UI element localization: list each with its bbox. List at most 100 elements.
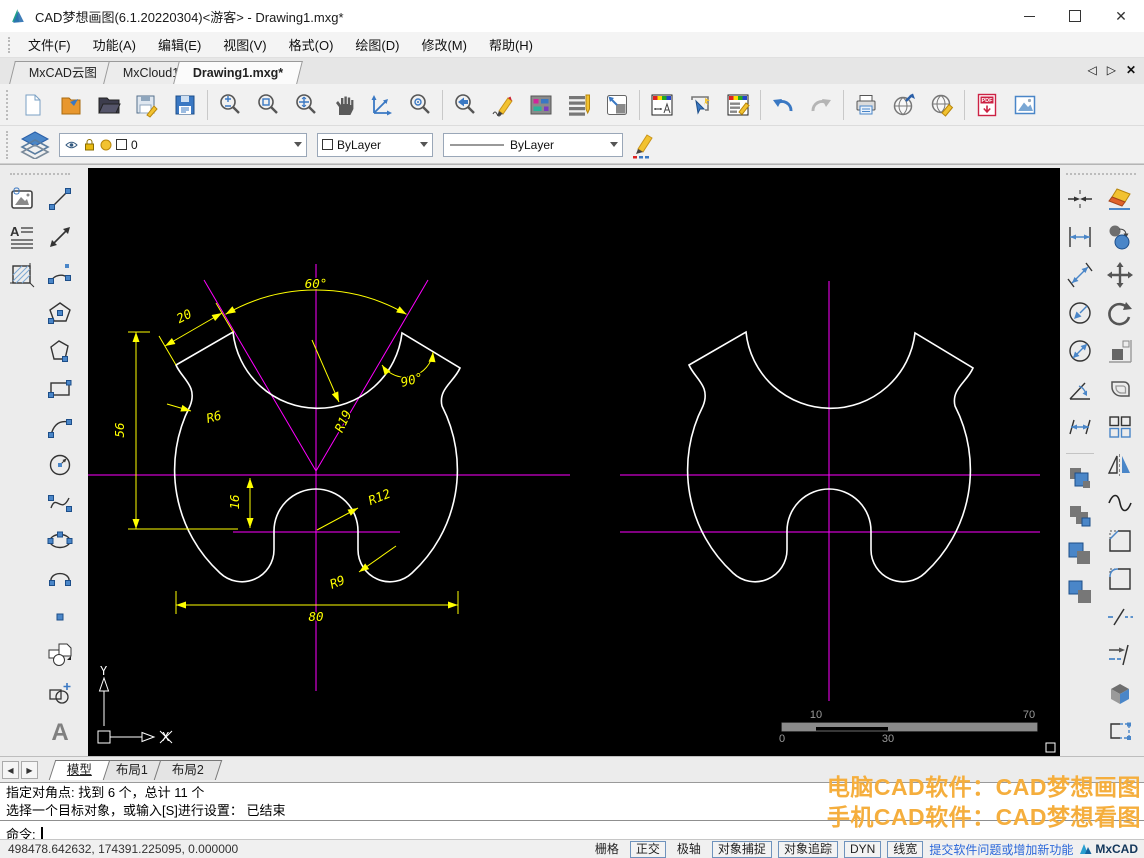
close-button[interactable]: ✕ xyxy=(1098,0,1144,32)
linetype-manager-button[interactable] xyxy=(560,87,598,123)
polyline-button[interactable] xyxy=(42,334,78,368)
menu-format[interactable]: 格式(O) xyxy=(278,32,345,57)
insert-image-button[interactable] xyxy=(4,182,40,216)
draw-color-button[interactable] xyxy=(623,127,663,163)
tab-mxcad-cloud[interactable]: MxCAD云图 xyxy=(9,61,117,84)
export-image-button[interactable] xyxy=(1006,87,1044,123)
open-file-button[interactable] xyxy=(90,87,128,123)
edit-polyline-button[interactable] xyxy=(1102,486,1138,520)
toggle-otrack[interactable]: 对象追踪 xyxy=(778,841,838,858)
sheet-tab-layout2[interactable]: 布局2 xyxy=(154,760,222,780)
save-as-button[interactable] xyxy=(166,87,204,123)
zoom-center-button[interactable] xyxy=(401,87,439,123)
sheet-tab-model[interactable]: 模型 xyxy=(49,760,111,780)
open-cloud-button[interactable] xyxy=(52,87,90,123)
toggle-osnap[interactable]: 对象捕捉 xyxy=(712,841,772,858)
publish-web-button[interactable] xyxy=(885,87,923,123)
tab-close-icon[interactable]: ✕ xyxy=(1126,63,1136,77)
dim-diameter-button[interactable] xyxy=(1062,334,1098,368)
rotate-button[interactable] xyxy=(1102,296,1138,330)
toggle-grid[interactable]: 栅格 xyxy=(590,842,624,857)
menu-file[interactable]: 文件(F) xyxy=(17,32,82,57)
dim-aligned-button[interactable] xyxy=(1062,258,1098,292)
linetype-combo[interactable]: ByLayer xyxy=(443,133,623,157)
dim-style-button[interactable] xyxy=(643,87,681,123)
sheet-scroll-left-icon[interactable]: ◀ xyxy=(2,761,19,779)
chamfer-button[interactable] xyxy=(1102,524,1138,558)
dim-radius-button[interactable] xyxy=(1062,296,1098,330)
break-button[interactable] xyxy=(1102,600,1138,634)
dim-continue-button[interactable] xyxy=(1062,410,1098,444)
export-pdf-button[interactable]: PDF xyxy=(968,87,1006,123)
menu-modify[interactable]: 修改(M) xyxy=(410,32,478,57)
spline-button[interactable] xyxy=(42,486,78,520)
toggle-lineweight[interactable]: 线宽 xyxy=(887,841,923,858)
insert-block-button[interactable] xyxy=(42,638,78,672)
toggle-dyn[interactable]: DYN xyxy=(844,841,881,858)
layer-manager-button[interactable] xyxy=(15,127,55,163)
maximize-button[interactable] xyxy=(1052,0,1098,32)
undo-button[interactable] xyxy=(764,87,802,123)
zoom-previous-button[interactable] xyxy=(446,87,484,123)
match-properties-button[interactable] xyxy=(719,87,757,123)
draworder-front-button[interactable] xyxy=(1062,461,1098,495)
menu-edit[interactable]: 编辑(E) xyxy=(147,32,212,57)
full-screen-button[interactable] xyxy=(598,87,636,123)
rectangle-button[interactable] xyxy=(42,372,78,406)
erase-button[interactable] xyxy=(1102,182,1138,216)
quick-select-button[interactable] xyxy=(681,87,719,123)
arc-button[interactable] xyxy=(42,258,78,292)
redo-button[interactable] xyxy=(802,87,840,123)
color-palette-button[interactable] xyxy=(522,87,560,123)
menu-view[interactable]: 视图(V) xyxy=(212,32,277,57)
stretch-button[interactable] xyxy=(1102,714,1138,748)
mtext-button[interactable]: A xyxy=(4,220,40,254)
menu-draw[interactable]: 绘图(D) xyxy=(344,32,410,57)
menu-function[interactable]: 功能(A) xyxy=(82,32,147,57)
scale-button[interactable] xyxy=(1102,334,1138,368)
ucs-axes-button[interactable] xyxy=(363,87,401,123)
move-button[interactable] xyxy=(1102,258,1138,292)
tab-scroll-left-icon[interactable]: ◁ xyxy=(1087,63,1096,77)
point-button[interactable] xyxy=(42,600,78,634)
zoom-scale-button[interactable] xyxy=(211,87,249,123)
draworder-below-button[interactable] xyxy=(1062,575,1098,609)
ellipse-button[interactable] xyxy=(42,524,78,558)
tab-scroll-right-icon[interactable]: ▷ xyxy=(1107,63,1116,77)
toggle-polar[interactable]: 极轴 xyxy=(672,842,706,857)
draworder-above-button[interactable] xyxy=(1062,537,1098,571)
zoom-extents-button[interactable] xyxy=(287,87,325,123)
zoom-window-button[interactable] xyxy=(249,87,287,123)
draworder-back-button[interactable] xyxy=(1062,499,1098,533)
dim-quick-button[interactable] xyxy=(1062,182,1098,216)
print-button[interactable] xyxy=(847,87,885,123)
drawing-canvas[interactable]: 60° 20 56 16 80 R6 R19 R12 R9 90° xyxy=(88,168,1060,756)
fillet-button[interactable] xyxy=(1102,562,1138,596)
dim-linear-button[interactable] xyxy=(1062,220,1098,254)
array-button[interactable] xyxy=(1102,410,1138,444)
polygon-button[interactable] xyxy=(42,296,78,330)
minimize-button[interactable] xyxy=(1006,0,1052,32)
dim-angular-button[interactable] xyxy=(1062,372,1098,406)
construction-line-button[interactable] xyxy=(42,220,78,254)
explode-button[interactable] xyxy=(1102,676,1138,710)
offset-button[interactable] xyxy=(1102,372,1138,406)
layer-combo[interactable]: 0 xyxy=(59,133,307,157)
color-combo[interactable]: ByLayer xyxy=(317,133,433,157)
feedback-link[interactable]: 提交软件问题或增加新功能 xyxy=(929,841,1073,858)
web-edit-button[interactable] xyxy=(923,87,961,123)
hatch-button[interactable] xyxy=(4,258,40,292)
new-file-button[interactable] xyxy=(14,87,52,123)
tab-drawing1[interactable]: Drawing1.mxg* xyxy=(173,61,303,84)
toggle-ortho[interactable]: 正交 xyxy=(630,841,666,858)
save-button[interactable] xyxy=(128,87,166,123)
sheet-scroll-right-icon[interactable]: ▶ xyxy=(21,761,38,779)
single-text-button[interactable]: A xyxy=(42,714,78,748)
create-block-button[interactable] xyxy=(42,676,78,710)
ellipse-arc-button[interactable] xyxy=(42,562,78,596)
trim-button[interactable] xyxy=(1102,638,1138,672)
arc-3point-button[interactable] xyxy=(42,410,78,444)
mirror-button[interactable] xyxy=(1102,448,1138,482)
line-button[interactable] xyxy=(42,182,78,216)
copy-button[interactable] xyxy=(1102,220,1138,254)
